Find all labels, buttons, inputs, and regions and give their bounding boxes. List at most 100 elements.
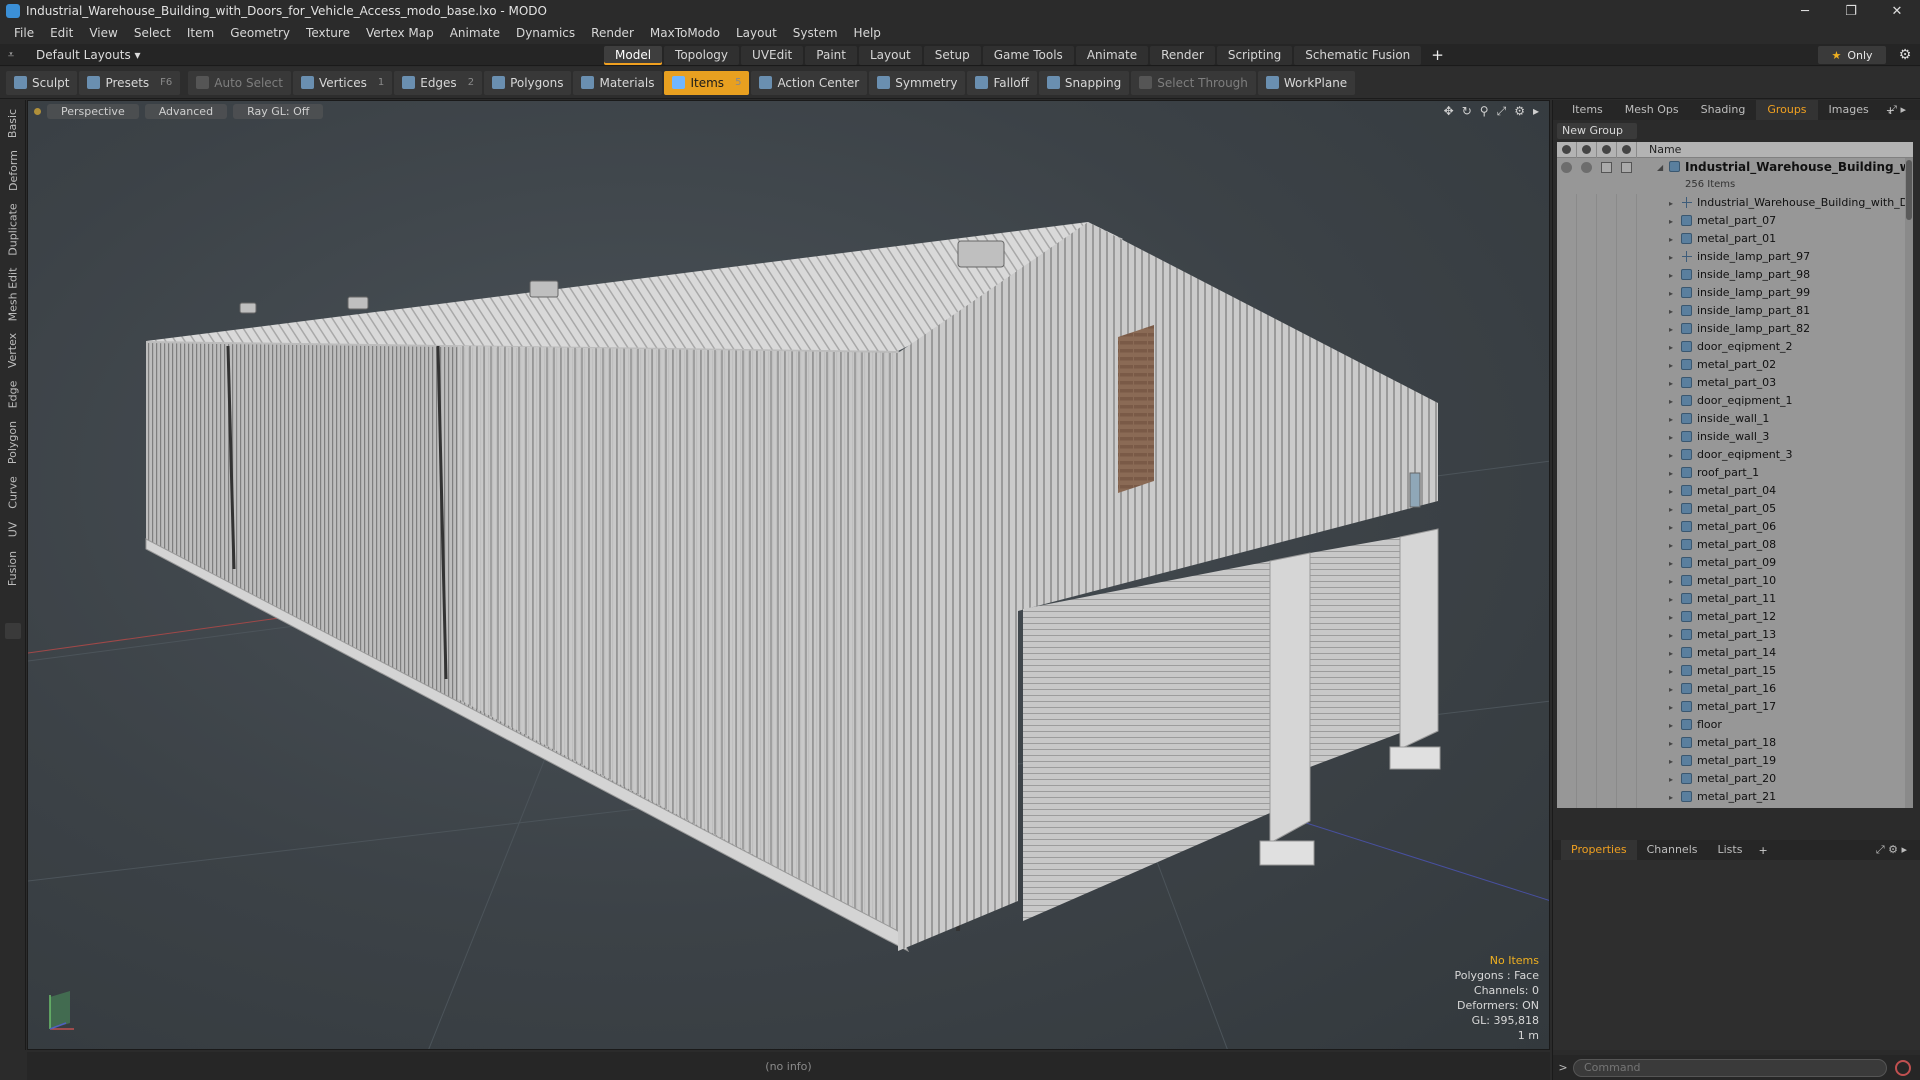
row-toggle-cell[interactable]: [1557, 230, 1577, 248]
row-toggle-cell[interactable]: [1577, 644, 1597, 662]
row-toggle-cell[interactable]: [1577, 374, 1597, 392]
expand-item-icon[interactable]: ▸: [1669, 667, 1673, 676]
command-input[interactable]: [1573, 1058, 1887, 1077]
row-toggle-cell[interactable]: [1617, 590, 1637, 608]
vtab-deform[interactable]: Deform: [0, 146, 26, 194]
row-toggle-cell[interactable]: [1597, 752, 1617, 770]
row-toggle-cell[interactable]: [1577, 752, 1597, 770]
sculpt-button[interactable]: Sculpt: [6, 70, 78, 95]
list-item[interactable]: ▸ metal_part_18: [1557, 734, 1913, 752]
list-item[interactable]: ▸inside_lamp_part_33: [1557, 806, 1913, 808]
expand-item-icon[interactable]: ▸: [1669, 307, 1673, 316]
expand-item-icon[interactable]: ▸: [1669, 361, 1673, 370]
row-toggle-cell[interactable]: [1597, 356, 1617, 374]
row-toggle-cell[interactable]: [1597, 338, 1617, 356]
row-toggle-cell[interactable]: [1617, 320, 1637, 338]
vtab-curve[interactable]: Curve: [0, 472, 26, 512]
falloff-button[interactable]: Falloff: [967, 70, 1037, 95]
polygons-button[interactable]: Polygons: [484, 70, 572, 95]
expand-item-icon[interactable]: ▸: [1669, 631, 1673, 640]
menu-render[interactable]: Render: [583, 22, 642, 44]
render-column-icon[interactable]: [1577, 142, 1597, 158]
row-toggle-cell[interactable]: [1577, 500, 1597, 518]
scrollbar-thumb[interactable]: [1906, 160, 1912, 220]
row-toggle-cell[interactable]: [1617, 464, 1637, 482]
expand-item-icon[interactable]: ▸: [1669, 415, 1673, 424]
group-select-checkbox[interactable]: [1621, 162, 1632, 173]
list-item[interactable]: ▸ Industrial_Warehouse_Building_with_Do..…: [1557, 194, 1913, 212]
row-toggle-cell[interactable]: [1617, 248, 1637, 266]
row-toggle-cell[interactable]: [1577, 806, 1597, 808]
row-toggle-cell[interactable]: [1557, 446, 1577, 464]
menu-animate[interactable]: Animate: [442, 22, 508, 44]
shading-mode-dropdown[interactable]: Advanced: [144, 103, 228, 119]
menu-vertex-map[interactable]: Vertex Map: [358, 22, 442, 44]
vtab-basic[interactable]: Basic: [0, 104, 26, 142]
row-toggle-cell[interactable]: [1597, 536, 1617, 554]
row-toggle-cell[interactable]: [1617, 554, 1637, 572]
row-toggle-cell[interactable]: [1597, 212, 1617, 230]
tab-setup[interactable]: Setup: [923, 45, 981, 65]
expand-group-icon[interactable]: ◢: [1657, 163, 1663, 172]
materials-button[interactable]: Materials: [573, 70, 663, 95]
row-toggle-cell[interactable]: [1617, 482, 1637, 500]
row-toggle-cell[interactable]: [1597, 626, 1617, 644]
expand-item-icon[interactable]: ▸: [1669, 343, 1673, 352]
expand-item-icon[interactable]: ▸: [1669, 721, 1673, 730]
row-toggle-cell[interactable]: [1577, 356, 1597, 374]
row-toggle-cell[interactable]: [1557, 428, 1577, 446]
expand-item-icon[interactable]: ▸: [1669, 775, 1673, 784]
action-center-button[interactable]: Action Center: [751, 70, 868, 95]
list-item[interactable]: ▸ inside_lamp_part_97: [1557, 248, 1913, 266]
snapping-button[interactable]: Snapping: [1038, 70, 1130, 95]
vtab-mesh-edit[interactable]: Mesh Edit: [0, 264, 26, 324]
row-toggle-cell[interactable]: [1577, 536, 1597, 554]
list-item[interactable]: ▸ metal_part_03: [1557, 374, 1913, 392]
row-toggle-cell[interactable]: [1577, 284, 1597, 302]
row-toggle-cell[interactable]: [1557, 212, 1577, 230]
expand-item-icon[interactable]: ▸: [1669, 487, 1673, 496]
expand-item-icon[interactable]: ▸: [1669, 739, 1673, 748]
tab-layout[interactable]: Layout: [858, 45, 922, 65]
row-toggle-cell[interactable]: [1617, 284, 1637, 302]
row-toggle-cell[interactable]: [1597, 680, 1617, 698]
row-toggle-cell[interactable]: [1617, 356, 1637, 374]
list-item[interactable]: ▸ inside_lamp_part_98: [1557, 266, 1913, 284]
row-toggle-cell[interactable]: [1577, 194, 1597, 212]
row-toggle-cell[interactable]: [1597, 194, 1617, 212]
list-item[interactable]: ▸ metal_part_06: [1557, 518, 1913, 536]
visibility-column-icon[interactable]: [1557, 142, 1577, 158]
row-toggle-cell[interactable]: [1557, 284, 1577, 302]
row-toggle-cell[interactable]: [1597, 410, 1617, 428]
row-toggle-cell[interactable]: [1597, 806, 1617, 808]
row-toggle-cell[interactable]: [1577, 698, 1597, 716]
row-toggle-cell[interactable]: [1597, 428, 1617, 446]
expand-item-icon[interactable]: ▸: [1669, 289, 1673, 298]
minimize-button[interactable]: ─: [1782, 0, 1828, 22]
expand-item-icon[interactable]: ▸: [1669, 379, 1673, 388]
3d-viewport[interactable]: Perspective Advanced Ray GL: Off ✥ ↻ ⚲ ⤢…: [27, 100, 1550, 1050]
row-toggle-cell[interactable]: [1597, 590, 1617, 608]
row-toggle-cell[interactable]: [1617, 194, 1637, 212]
tab-uvedit[interactable]: UVEdit: [741, 45, 804, 65]
row-toggle-cell[interactable]: [1577, 302, 1597, 320]
menu-view[interactable]: View: [81, 22, 125, 44]
vtab-duplicate[interactable]: Duplicate: [0, 198, 26, 260]
only-toggle-button[interactable]: ★ Only: [1818, 46, 1886, 64]
row-toggle-cell[interactable]: [1617, 626, 1637, 644]
row-toggle-cell[interactable]: [1597, 500, 1617, 518]
raygl-toggle[interactable]: Ray GL: Off: [233, 103, 324, 119]
expand-item-icon[interactable]: ▸: [1669, 271, 1673, 280]
menu-texture[interactable]: Texture: [298, 22, 358, 44]
row-toggle-cell[interactable]: [1617, 374, 1637, 392]
view-mode-dropdown[interactable]: Perspective: [47, 103, 139, 119]
list-item[interactable]: ▸ metal_part_11: [1557, 590, 1913, 608]
row-toggle-cell[interactable]: [1577, 338, 1597, 356]
select-through-button[interactable]: Select Through: [1131, 70, 1256, 95]
row-toggle-cell[interactable]: [1557, 356, 1577, 374]
orbit-icon[interactable]: ↻: [1462, 104, 1472, 119]
list-item[interactable]: ▸ metal_part_14: [1557, 644, 1913, 662]
row-toggle-cell[interactable]: [1597, 302, 1617, 320]
expand-item-icon[interactable]: ▸: [1669, 235, 1673, 244]
row-toggle-cell[interactable]: [1597, 392, 1617, 410]
